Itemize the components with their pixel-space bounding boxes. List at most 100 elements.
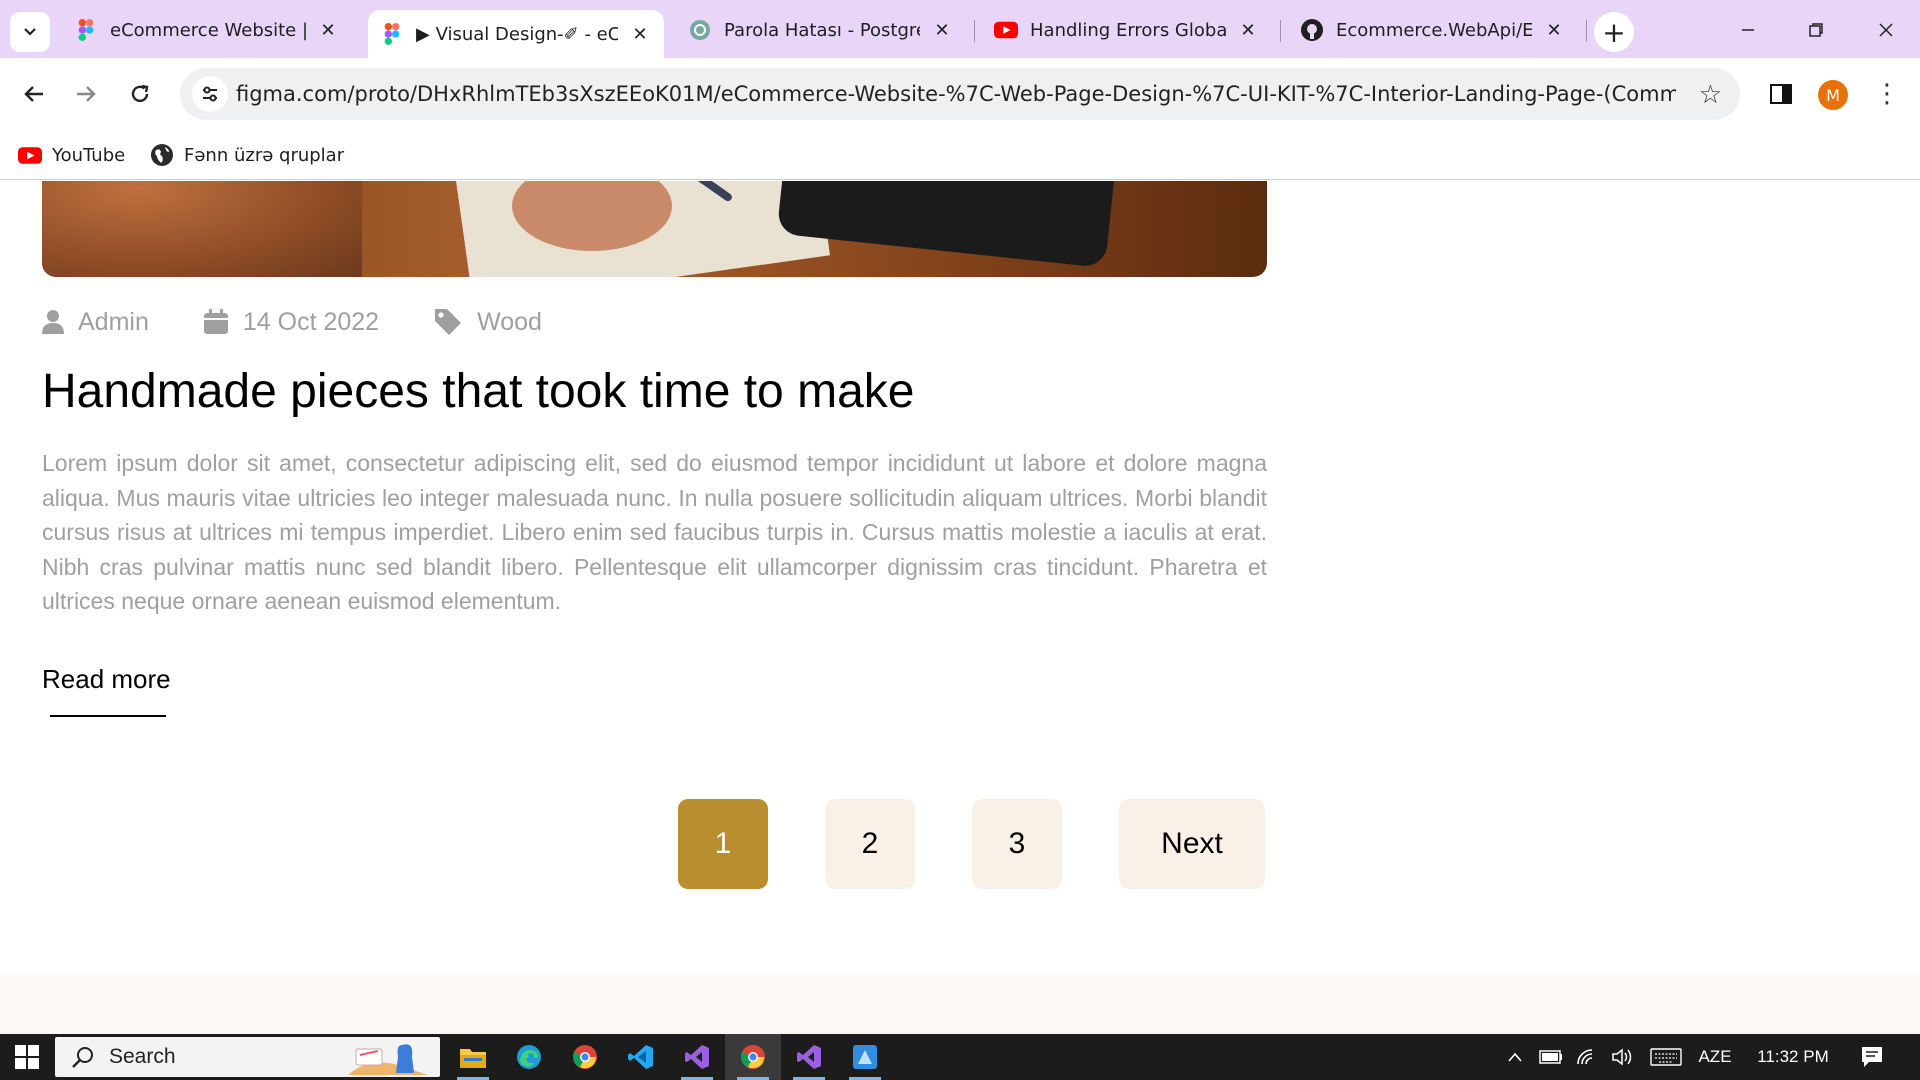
profile-avatar[interactable]: M	[1818, 80, 1848, 110]
visual-studio-icon	[685, 1045, 709, 1069]
tag-icon	[433, 307, 463, 337]
file-explorer-app[interactable]	[445, 1034, 501, 1080]
tab-title: Handling Errors Globally	[1030, 19, 1226, 41]
site-info-icon[interactable]	[192, 76, 228, 112]
browser-toolbar: figma.com/proto/DHxRhlmTEb3sXszEEoK01M/e…	[0, 58, 1920, 130]
post-category: Wood	[433, 307, 542, 337]
post-meta: Admin 14 Oct 2022 Wood	[42, 304, 596, 340]
bookmark-youtube[interactable]: YouTube	[18, 140, 125, 170]
restore-button[interactable]	[1786, 12, 1846, 48]
tab-title: Ecommerce.WebApi/Ecor	[1336, 19, 1532, 41]
figma-icon	[74, 18, 98, 42]
chatgpt-icon	[688, 18, 712, 42]
post-date: 14 Oct 2022	[203, 308, 379, 337]
windows-icon	[15, 1045, 39, 1069]
clock[interactable]: 11:32 PM	[1748, 1034, 1838, 1080]
visual-studio-app-2[interactable]	[781, 1034, 837, 1080]
close-icon[interactable]: ✕	[1542, 18, 1566, 42]
post-author: Admin	[42, 308, 149, 337]
url-text[interactable]: figma.com/proto/DHxRhlmTEb3sXszEEoK01M/e…	[236, 82, 1676, 106]
tab-separator	[974, 20, 975, 42]
volume-icon[interactable]	[1606, 1034, 1640, 1080]
tab-0[interactable]: eCommerce Website | We ✕	[62, 10, 352, 50]
input-language-indicator[interactable]: AZE	[1690, 1034, 1740, 1080]
browser-menu-icon[interactable]: ⋮	[1872, 76, 1902, 112]
close-icon	[1879, 23, 1893, 37]
minimize-button[interactable]	[1718, 12, 1778, 48]
figma-prototype-viewport[interactable]: Admin 14 Oct 2022 Wood Handmade pieces t…	[0, 181, 1920, 1034]
tab-title: ▶ Visual Design-✐ - eCon	[416, 23, 618, 45]
github-icon	[1300, 18, 1324, 42]
vscode-app[interactable]	[613, 1034, 669, 1080]
page-1-button[interactable]: 1	[678, 799, 768, 889]
blog-post-image	[42, 181, 1267, 277]
tab-4[interactable]: Ecommerce.WebApi/Ecor ✕	[1288, 10, 1578, 50]
edge-app[interactable]	[501, 1034, 557, 1080]
restore-icon	[1809, 23, 1823, 37]
arrow-left-icon	[24, 86, 43, 102]
tab-2[interactable]: Parola Hatası - PostgreSC ✕	[676, 10, 966, 50]
page-3-button[interactable]: 3	[972, 799, 1062, 889]
bookmark-groups[interactable]: Fənn üzrə qruplar	[150, 140, 344, 170]
page-2-button[interactable]: 2	[825, 799, 915, 889]
author-name: Admin	[78, 307, 149, 336]
plus-icon: +	[1602, 15, 1626, 49]
edge-icon	[517, 1045, 541, 1069]
chevron-down-icon	[24, 28, 36, 36]
forward-button[interactable]	[66, 74, 106, 114]
search-placeholder: Search	[109, 1045, 176, 1068]
tab-title: eCommerce Website | We	[110, 19, 306, 41]
footer-section	[0, 975, 1920, 1034]
user-icon	[42, 310, 64, 334]
post-excerpt: Lorem ipsum dolor sit amet, consectetur …	[42, 450, 1267, 614]
side-panel-button[interactable]	[1763, 76, 1799, 112]
close-icon[interactable]: ✕	[1236, 18, 1260, 42]
read-more-link[interactable]: Read more	[42, 664, 171, 695]
bookmark-label: Fənn üzrə qruplar	[184, 144, 345, 166]
tab-separator	[1280, 20, 1281, 42]
start-button[interactable]	[0, 1034, 54, 1080]
show-hidden-icons-button[interactable]	[1500, 1034, 1530, 1080]
arrow-right-icon	[77, 86, 96, 102]
close-window-button[interactable]	[1856, 12, 1916, 48]
search-icon	[71, 1045, 95, 1069]
reload-icon	[131, 84, 149, 103]
keyboard-icon[interactable]	[1646, 1034, 1686, 1080]
browser-tab-strip: eCommerce Website | We ✕ ▶ Visual Design…	[0, 0, 1920, 58]
calendar-icon	[203, 309, 229, 335]
visual-studio-app[interactable]	[669, 1034, 725, 1080]
date-text: 14 Oct 2022	[242, 307, 380, 336]
bookmark-star-icon[interactable]: ☆	[1699, 80, 1722, 110]
close-icon[interactable]: ✕	[930, 18, 954, 42]
category-text: Wood	[477, 307, 542, 336]
reload-button[interactable]	[120, 74, 160, 114]
vscode-icon	[628, 1045, 653, 1069]
address-bar[interactable]: figma.com/proto/DHxRhlmTEb3sXszEEoK01M/e…	[180, 68, 1740, 120]
azure-data-studio-app[interactable]	[837, 1034, 893, 1080]
search-highlight-illustration	[348, 1044, 428, 1075]
post-title: Handmade pieces that took time to make	[42, 365, 915, 418]
file-explorer-icon	[460, 1049, 486, 1068]
notifications-icon[interactable]	[1852, 1034, 1892, 1080]
tab-3[interactable]: Handling Errors Globally ✕	[982, 10, 1272, 50]
tab-search-button[interactable]	[10, 12, 50, 52]
next-page-button[interactable]: Next	[1119, 799, 1265, 889]
youtube-icon	[18, 146, 42, 164]
close-icon[interactable]: ✕	[628, 22, 652, 46]
chrome-app[interactable]	[557, 1034, 613, 1080]
close-icon[interactable]: ✕	[316, 18, 340, 42]
battery-icon[interactable]	[1536, 1034, 1566, 1080]
azure-data-studio-icon	[853, 1045, 877, 1069]
back-button[interactable]	[14, 74, 54, 114]
new-tab-button[interactable]: +	[1594, 12, 1634, 52]
chevron-up-icon	[1508, 1052, 1522, 1062]
tab-separator	[1586, 20, 1587, 42]
taskbar-search-box[interactable]: Search	[55, 1037, 440, 1077]
chrome-app-active[interactable]	[725, 1034, 781, 1080]
tab-title: Parola Hatası - PostgreSC	[724, 19, 920, 41]
tab-1[interactable]: ▶ Visual Design-✐ - eCon ✕	[368, 10, 664, 58]
visual-studio-icon	[797, 1045, 821, 1069]
read-more-underline	[50, 715, 166, 717]
minimize-icon	[1742, 29, 1754, 31]
wifi-icon[interactable]	[1572, 1034, 1602, 1080]
